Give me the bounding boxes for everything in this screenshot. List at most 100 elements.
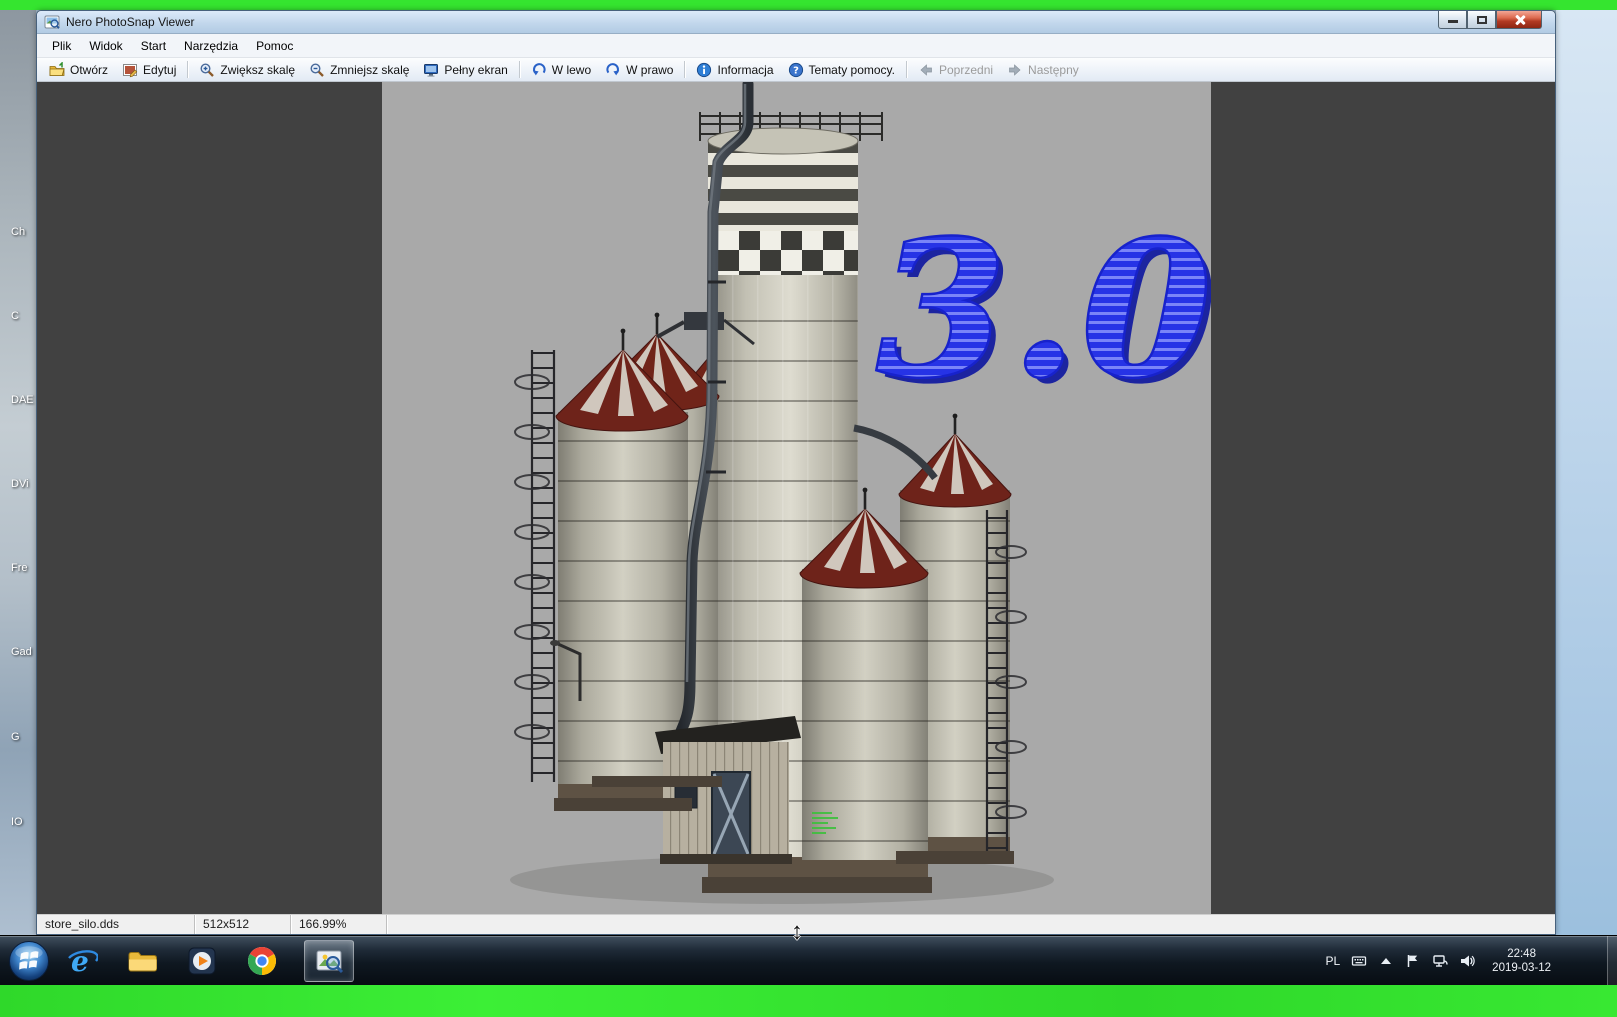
previous-button[interactable]: Poprzedni xyxy=(911,60,1000,80)
help-button-label: Tematy pomocy. xyxy=(809,63,895,77)
viewed-image: 3.0 3.0 xyxy=(382,82,1211,914)
maximize-button[interactable] xyxy=(1467,11,1496,29)
desktop-icon-label[interactable]: C xyxy=(11,310,19,322)
window-controls xyxy=(1438,11,1542,29)
rotate-right-button-label: W prawo xyxy=(626,63,673,77)
clock[interactable]: 22:48 2019-03-12 xyxy=(1492,947,1551,975)
zoom-in-icon xyxy=(199,62,215,78)
taskbar-chrome[interactable] xyxy=(244,941,280,981)
menu-start[interactable]: Start xyxy=(132,35,175,57)
taskbar: e xyxy=(0,935,1617,985)
mouse-cursor xyxy=(791,918,803,946)
close-button[interactable] xyxy=(1496,11,1542,29)
svg-text:3.0: 3.0 xyxy=(877,200,1211,418)
desktop-icon-label[interactable]: G xyxy=(11,731,20,743)
desktop-edge-right xyxy=(1556,10,1617,935)
zoom-out-icon xyxy=(309,62,325,78)
show-hidden-icons-button[interactable] xyxy=(1378,953,1394,969)
action-center-flag-icon[interactable] xyxy=(1405,953,1421,969)
open-icon xyxy=(49,62,65,78)
taskbar-photosnap-viewer[interactable] xyxy=(304,940,354,982)
media-player-icon xyxy=(186,945,218,977)
chrome-icon xyxy=(246,945,278,977)
status-dimensions: 512x512 xyxy=(195,915,291,934)
internet-explorer-icon: e xyxy=(66,945,98,977)
next-icon xyxy=(1007,62,1023,78)
show-desktop-button[interactable] xyxy=(1607,936,1617,986)
zoom-out-button[interactable]: Zmniejsz skalę xyxy=(302,60,416,80)
image-viewport[interactable]: 3.0 3.0 xyxy=(37,82,1555,914)
zoom-out-button-label: Zmniejsz skalę xyxy=(330,63,409,77)
previous-icon xyxy=(918,62,934,78)
svg-text:e: e xyxy=(71,945,89,977)
open-button-label: Otwórz xyxy=(70,63,108,77)
edit-button[interactable]: Edytuj xyxy=(115,60,183,80)
desktop-icon-label[interactable]: DAE xyxy=(11,394,34,406)
info-icon xyxy=(696,62,712,78)
info-button-label: Informacja xyxy=(717,63,773,77)
start-button[interactable] xyxy=(8,940,50,982)
fullscreen-icon xyxy=(423,62,439,78)
windows-logo-icon xyxy=(8,940,50,982)
toolbar-separator xyxy=(519,61,520,78)
window-title: Nero PhotoSnap Viewer xyxy=(66,15,195,29)
photosnap-viewer-icon xyxy=(313,945,345,977)
minimize-icon xyxy=(1448,20,1458,23)
next-button[interactable]: Następny xyxy=(1000,60,1086,80)
toolbar-separator xyxy=(187,61,188,78)
app-icon xyxy=(44,14,60,30)
menu-widok[interactable]: Widok xyxy=(80,35,131,57)
taskbar-media-player[interactable] xyxy=(184,941,220,981)
volume-icon[interactable] xyxy=(1459,953,1475,969)
toolbar-separator xyxy=(684,61,685,78)
clock-time: 22:48 xyxy=(1492,947,1551,961)
keyboard-icon[interactable] xyxy=(1351,953,1367,969)
clock-date: 2019-03-12 xyxy=(1492,961,1551,975)
titlebar[interactable]: Nero PhotoSnap Viewer xyxy=(37,11,1555,34)
chevron-up-icon xyxy=(1381,958,1391,964)
maximize-icon xyxy=(1477,16,1487,24)
network-icon[interactable] xyxy=(1432,953,1448,969)
toolbar: Otwórz Edytuj Zwiększ skalę xyxy=(37,58,1555,82)
fullscreen-button[interactable]: Pełny ekran xyxy=(416,60,514,80)
desktop-icon-label[interactable]: DVi xyxy=(11,478,29,490)
help-icon: ? xyxy=(788,62,804,78)
zoom-in-button[interactable]: Zwiększ skalę xyxy=(192,60,302,80)
desktop-icon-label[interactable]: Gad xyxy=(11,646,32,658)
taskbar-file-explorer[interactable] xyxy=(124,941,160,981)
desktop-icon-label[interactable]: Fre xyxy=(11,562,28,574)
previous-button-label: Poprzedni xyxy=(939,63,993,77)
rotate-right-button[interactable]: W prawo xyxy=(598,60,680,80)
zoom-in-button-label: Zwiększ skalę xyxy=(220,63,295,77)
status-spacer xyxy=(387,915,1555,934)
rotate-left-button[interactable]: W lewo xyxy=(524,60,598,80)
close-icon xyxy=(1514,14,1526,26)
menu-narzedzia[interactable]: Narzędzia xyxy=(175,35,247,57)
status-filename: store_silo.dds xyxy=(37,915,195,934)
language-indicator[interactable]: PL xyxy=(1325,954,1340,968)
app-window: Nero PhotoSnap Viewer Plik Widok Start N… xyxy=(36,10,1556,935)
rotate-right-icon xyxy=(605,62,621,78)
menu-pomoc[interactable]: Pomoc xyxy=(247,35,302,57)
fullscreen-button-label: Pełny ekran xyxy=(444,63,507,77)
status-zoom-level: 166.99% xyxy=(291,915,387,934)
rotate-left-icon xyxy=(531,62,547,78)
desktop-icon-label[interactable]: Ch xyxy=(11,226,25,238)
menu-plik[interactable]: Plik xyxy=(43,35,80,57)
open-button[interactable]: Otwórz xyxy=(42,60,115,80)
info-button[interactable]: Informacja xyxy=(689,60,780,80)
menubar: Plik Widok Start Narzędzia Pomoc xyxy=(37,34,1555,58)
rotate-left-button-label: W lewo xyxy=(552,63,591,77)
next-button-label: Następny xyxy=(1028,63,1079,77)
screen: Ch C DAE DVi Fre Gad G IO Nero PhotoSnap… xyxy=(0,0,1617,1017)
version-overlay: 3.0 3.0 xyxy=(877,200,1211,425)
toolbar-separator xyxy=(906,61,907,78)
taskbar-internet-explorer[interactable]: e xyxy=(64,941,100,981)
system-tray: PL xyxy=(1325,936,1551,986)
folder-icon xyxy=(126,945,158,977)
taskbar-apps: e xyxy=(64,936,354,986)
help-button[interactable]: ? Tematy pomocy. xyxy=(781,60,902,80)
minimize-button[interactable] xyxy=(1438,11,1467,29)
desktop-icon-label[interactable]: IO xyxy=(11,816,23,828)
capture-border-bottom xyxy=(0,985,1617,1017)
